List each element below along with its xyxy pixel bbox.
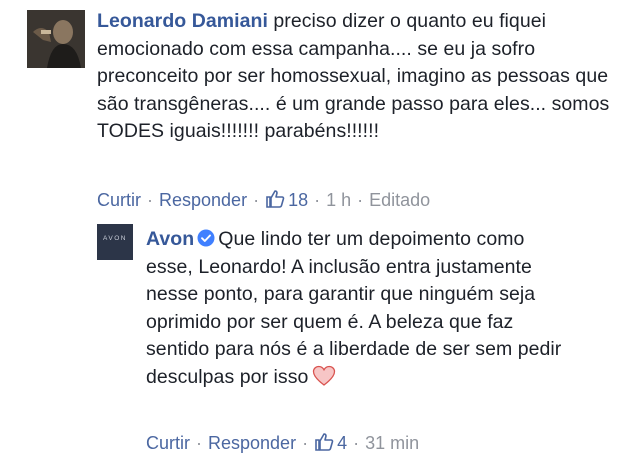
reply-comment-actions: Curtir · Responder · 4 · 31 min [146,431,419,455]
reply-comment-body: Avon Que lindo ter um depoimento como ess… [146,226,566,391]
thumbs-up-icon [266,190,285,208]
profile-photo [27,10,85,68]
verified-badge-icon [197,229,215,247]
avatar-avon[interactable]: AVON [97,224,133,260]
heart-emoji-icon [313,365,336,386]
separator: · [196,433,202,453]
reply-author-name[interactable]: Avon [146,228,194,250]
main-comment-body: Leonardo Damiani preciso dizer o quanto … [97,8,617,146]
edited-label[interactable]: Editado [369,190,430,210]
main-comment-actions: Curtir · Responder · 18 · 1 h · Editado [97,188,430,212]
reply-button[interactable]: Responder [159,190,247,210]
comment-timestamp[interactable]: 1 h [326,190,351,210]
like-count[interactable]: 18 [265,190,308,210]
reply-text: Que lindo ter um depoimento como esse, L… [146,228,562,388]
avatar-leonardo[interactable] [27,10,85,68]
separator: · [253,190,260,210]
reply-button[interactable]: Responder [208,433,296,453]
separator: · [357,190,364,210]
like-count-value: 18 [288,190,309,210]
separator: · [353,433,360,453]
like-button[interactable]: Curtir [97,190,141,210]
like-button[interactable]: Curtir [146,433,190,453]
comment-author-name[interactable]: Leonardo Damiani [97,10,268,32]
avon-logo-text: AVON [103,235,127,242]
thumbs-up-icon [315,433,334,451]
like-count-value: 4 [337,433,348,453]
separator: · [302,433,309,453]
avon-logo-icon: AVON [97,224,133,260]
separator: · [314,190,321,210]
comment-timestamp[interactable]: 31 min [365,433,419,453]
like-count[interactable]: 4 [314,433,347,453]
separator: · [147,190,153,210]
